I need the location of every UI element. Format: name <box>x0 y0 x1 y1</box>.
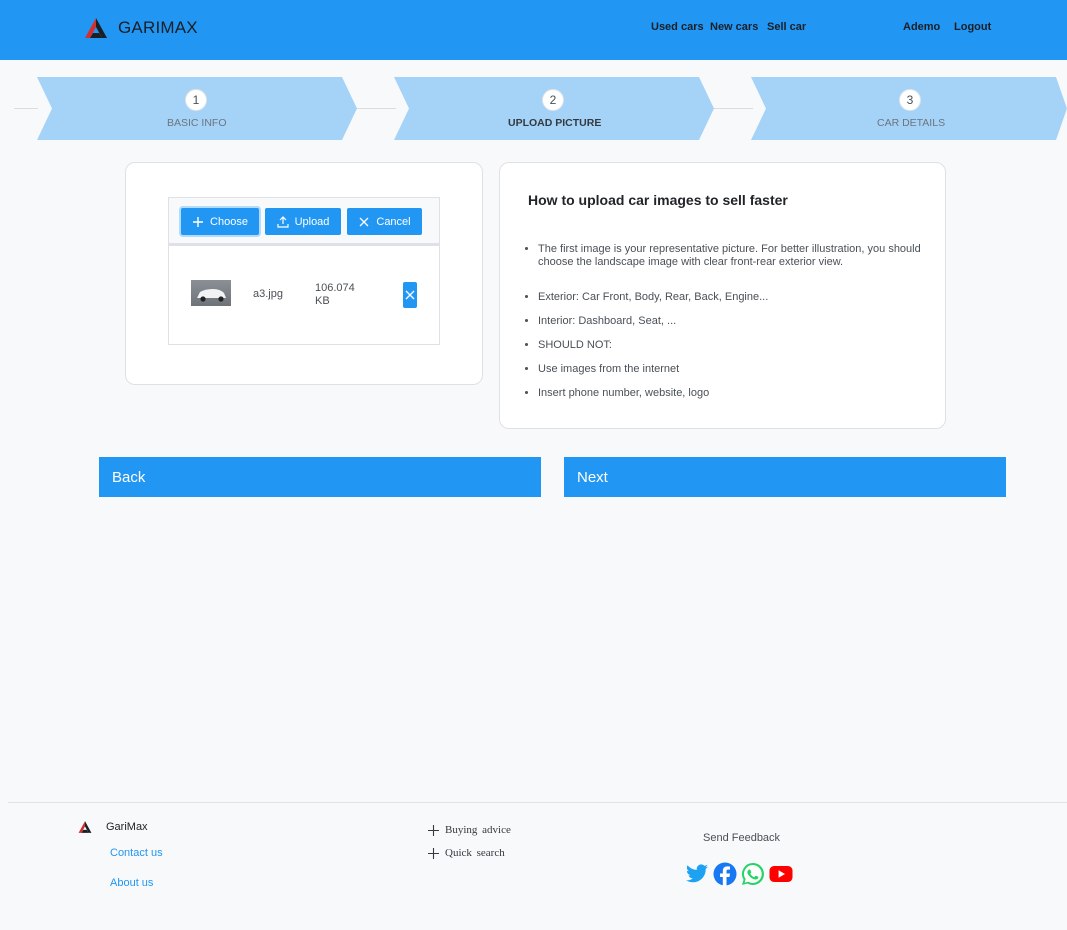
tips-title: How to upload car images to sell faster <box>528 192 788 208</box>
nav-used-cars[interactable]: Used cars <box>651 21 704 33</box>
youtube-icon[interactable] <box>769 862 793 886</box>
step-number: 3 <box>899 89 921 111</box>
about-us-link[interactable]: About us <box>110 877 153 889</box>
file-thumbnail <box>191 280 231 306</box>
footer-brand: GariMax <box>78 820 148 834</box>
step-number: 1 <box>185 89 207 111</box>
tip-item: Insert phone number, website, logo <box>538 387 934 400</box>
step-label: BASIC INFO <box>167 117 227 129</box>
contact-us-link[interactable]: Contact us <box>110 847 163 859</box>
step-car-details[interactable]: 3 CAR DETAILS <box>751 77 1067 140</box>
tip-item: Use images from the internet <box>538 363 934 376</box>
step-label: CAR DETAILS <box>877 117 946 129</box>
next-button[interactable]: Next <box>564 457 1006 497</box>
step-connector <box>713 108 753 109</box>
nav-user-account[interactable]: Ademo <box>903 21 940 33</box>
choose-label: Choose <box>210 215 248 228</box>
step-connector <box>356 108 396 109</box>
nav-logout[interactable]: Logout <box>954 21 991 33</box>
twitter-icon[interactable] <box>685 862 709 886</box>
close-icon <box>359 217 369 226</box>
step-basic-info[interactable]: 1 BASIC INFO <box>37 77 357 140</box>
brand-name: GARIMAX <box>118 18 198 37</box>
back-button[interactable]: Back <box>99 457 541 497</box>
nav-sell-car[interactable]: Sell car <box>767 21 806 33</box>
car-thumbnail-icon <box>197 289 226 302</box>
cancel-label: Cancel <box>376 215 411 228</box>
footer-brand-name: GariMax <box>106 821 148 833</box>
step-label: UPLOAD PICTURE <box>508 117 602 129</box>
plus-icon <box>193 216 204 227</box>
upload-card: Choose Upload Cancel a3.jpg 106.074 KB <box>125 162 483 385</box>
tip-item: Interior: Dashboard, Seat, ... <box>538 315 934 328</box>
footer-divider <box>8 802 1067 803</box>
top-navbar: GARIMAX Used cars New cars Sell car Adem… <box>0 0 1067 60</box>
choose-button[interactable]: Choose <box>181 208 259 235</box>
tip-item: The first image is your representative p… <box>538 243 934 269</box>
quick-search-toggle[interactable]: Quick search <box>428 847 505 859</box>
brand-logo[interactable]: GARIMAX <box>84 16 198 40</box>
nav-new-cars[interactable]: New cars <box>710 21 758 33</box>
plus-icon <box>428 847 439 859</box>
upload-icon <box>276 215 289 228</box>
uploaded-file-row: a3.jpg 106.074 KB <box>169 246 439 342</box>
tips-list: The first image is your representative p… <box>538 243 934 411</box>
cancel-button[interactable]: Cancel <box>347 208 422 235</box>
step-number: 2 <box>542 89 564 111</box>
buying-advice-label: Buying advice <box>445 824 511 836</box>
file-uploader: Choose Upload Cancel a3.jpg 106.074 KB <box>168 197 440 345</box>
upload-button[interactable]: Upload <box>265 208 341 235</box>
tip-item: SHOULD NOT: <box>538 339 934 352</box>
buying-advice-toggle[interactable]: Buying advice <box>428 824 511 836</box>
garimax-logo-icon <box>85 18 107 38</box>
upload-tips-card: How to upload car images to sell faster … <box>499 162 946 429</box>
garimax-logo-icon <box>78 821 92 833</box>
quick-search-label: Quick search <box>445 847 505 859</box>
plus-icon <box>428 824 439 836</box>
facebook-icon[interactable] <box>713 862 737 886</box>
file-name: a3.jpg <box>253 288 283 300</box>
step-upload-picture[interactable]: 2 UPLOAD PICTURE <box>394 77 714 140</box>
file-size: 106.074 KB <box>315 282 355 307</box>
tip-item: Exterior: Car Front, Body, Rear, Back, E… <box>538 291 934 304</box>
upload-label: Upload <box>294 215 330 228</box>
uploader-toolbar: Choose Upload Cancel <box>169 198 439 246</box>
close-icon <box>405 290 415 300</box>
whatsapp-icon[interactable] <box>741 862 765 886</box>
step-connector <box>14 108 38 109</box>
send-feedback-link[interactable]: Send Feedback <box>703 832 780 844</box>
remove-file-button[interactable] <box>403 282 417 308</box>
